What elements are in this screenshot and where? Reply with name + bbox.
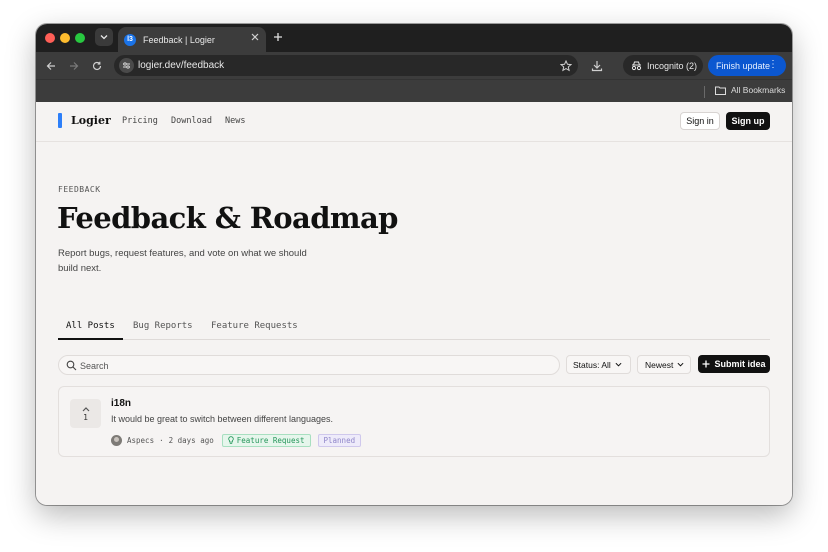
nav-link-news[interactable]: News xyxy=(225,116,245,126)
bookmarks-divider xyxy=(704,86,705,98)
tab-feature-requests[interactable]: Feature Requests xyxy=(203,321,306,340)
post-author: Aspecs xyxy=(127,435,155,445)
chevron-up-icon xyxy=(82,406,89,411)
finish-update-label: Finish update xyxy=(716,60,771,71)
more-vert-icon: ⋮ xyxy=(768,59,778,70)
sign-up-button[interactable]: Sign up xyxy=(726,112,770,130)
reload-icon xyxy=(92,61,102,71)
back-button[interactable] xyxy=(42,57,60,75)
close-icon xyxy=(251,33,259,41)
search-input[interactable]: Search xyxy=(80,361,109,371)
tab-title: Feedback | Logier xyxy=(143,34,215,45)
tab-strip: l3 Feedback | Logier xyxy=(36,24,792,52)
plus-icon xyxy=(702,360,710,368)
page-description: Report bugs, request features, and vote … xyxy=(58,248,307,274)
section-eyebrow: FEEDBACK xyxy=(58,185,101,194)
close-tab-button[interactable] xyxy=(251,33,259,45)
category-badge: Feature Request xyxy=(221,433,311,447)
tab-bug-reports[interactable]: Bug Reports xyxy=(125,321,201,340)
post-title[interactable]: i18n xyxy=(111,398,131,409)
post-meta: Aspecs · 2 days ago Feature Request Plan… xyxy=(111,433,362,447)
vote-count: 1 xyxy=(83,412,88,422)
minimize-window-button[interactable] xyxy=(60,33,70,43)
bookmarks-bar: All Bookmarks xyxy=(36,79,792,102)
feedback-tabs: All Posts Bug Reports Feature Requests xyxy=(58,316,770,340)
status-badge: Planned xyxy=(317,433,362,447)
post-card[interactable]: 1 i18n It would be great to switch betwe… xyxy=(58,386,770,457)
download-icon xyxy=(591,61,603,72)
close-window-button[interactable] xyxy=(45,33,55,43)
finish-update-button[interactable]: Finish update ⋮ xyxy=(708,55,786,76)
chevron-down-icon xyxy=(615,362,622,367)
meta-separator: · xyxy=(159,435,164,445)
nav-link-pricing[interactable]: Pricing xyxy=(122,116,158,126)
submit-idea-label: Submit idea xyxy=(714,359,766,369)
browser-tab[interactable]: l3 Feedback | Logier xyxy=(118,27,266,52)
folder-icon xyxy=(715,86,726,95)
site-header: Logier Pricing Download News Sign in Sig… xyxy=(36,102,792,142)
browser-toolbar: logier.dev/feedback Incognito (2) Finish… xyxy=(36,52,792,79)
chevron-down-icon xyxy=(677,362,684,367)
favicon-icon: l3 xyxy=(124,33,136,46)
post-time: 2 days ago xyxy=(168,435,214,445)
post-body: It would be great to switch between diff… xyxy=(111,414,333,424)
page-title: Feedback & Roadmap xyxy=(57,201,398,235)
status-filter-select[interactable]: Status: All xyxy=(566,355,631,374)
chevron-down-icon xyxy=(100,35,108,40)
all-bookmarks-label: All Bookmarks xyxy=(731,85,786,95)
address-bar[interactable]: logier.dev/feedback xyxy=(114,55,578,76)
logo-mark xyxy=(58,113,62,128)
back-icon xyxy=(46,62,55,70)
nav-link-download[interactable]: Download xyxy=(171,116,212,126)
site-settings-button[interactable] xyxy=(119,58,134,73)
category-label: Feature Request xyxy=(236,435,305,445)
incognito-indicator[interactable]: Incognito (2) xyxy=(623,55,703,76)
forward-icon xyxy=(70,62,79,70)
submit-idea-button[interactable]: Submit idea xyxy=(698,355,770,373)
site-logo[interactable]: Logier xyxy=(71,114,111,127)
star-icon xyxy=(559,59,573,72)
bookmark-star-button[interactable] xyxy=(559,59,573,77)
avatar xyxy=(111,434,122,446)
url-text: logier.dev/feedback xyxy=(138,60,225,71)
upvote-button[interactable]: 1 xyxy=(70,399,101,428)
reload-button[interactable] xyxy=(88,57,106,75)
downloads-button[interactable] xyxy=(588,57,606,75)
incognito-label: Incognito (2) xyxy=(647,60,698,71)
plus-icon xyxy=(274,33,282,41)
search-field[interactable]: Search xyxy=(58,355,560,375)
lightbulb-icon xyxy=(228,436,234,444)
sort-label: Newest xyxy=(645,359,674,370)
site-settings-icon xyxy=(123,62,130,69)
tab-search-button[interactable] xyxy=(95,28,113,46)
sign-in-button[interactable]: Sign in xyxy=(680,112,720,130)
forward-button[interactable] xyxy=(65,57,83,75)
sort-select[interactable]: Newest xyxy=(637,355,691,374)
web-page: Logier Pricing Download News Sign in Sig… xyxy=(36,102,792,505)
tab-all-posts[interactable]: All Posts xyxy=(58,321,123,340)
search-icon xyxy=(66,360,77,371)
status-filter-label: Status: All xyxy=(573,359,611,370)
incognito-icon xyxy=(631,61,642,70)
new-tab-button[interactable] xyxy=(273,30,283,44)
browser-window: l3 Feedback | Logier logier.dev/feedback xyxy=(36,24,792,505)
maximize-window-button[interactable] xyxy=(75,33,85,43)
all-bookmarks-button[interactable]: All Bookmarks xyxy=(715,85,785,95)
